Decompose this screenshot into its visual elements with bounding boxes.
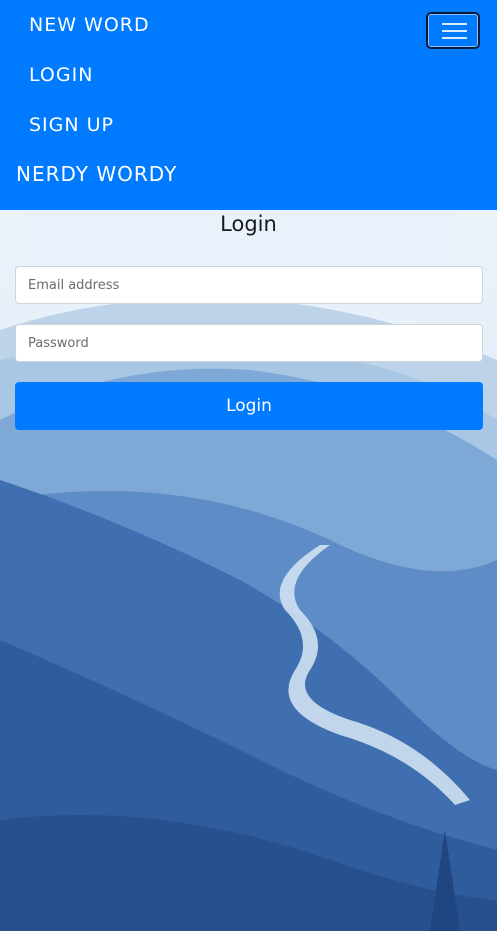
nav-link-login[interactable]: LOGIN	[29, 64, 93, 86]
email-field[interactable]	[15, 266, 483, 304]
nav-link-sign-up[interactable]: SIGN UP	[29, 114, 114, 136]
hamburger-icon-line	[442, 30, 467, 32]
page-title: Login	[220, 212, 277, 236]
password-field[interactable]	[15, 324, 483, 362]
navbar: NEW WORD LOGIN SIGN UP NERDY WORDY	[0, 0, 497, 210]
navbar-toggler-button[interactable]	[426, 12, 480, 49]
login-button[interactable]: Login	[15, 382, 483, 430]
nav-link-new-word[interactable]: NEW WORD	[29, 14, 150, 36]
hamburger-icon-line	[442, 37, 467, 39]
brand-logo[interactable]: NERDY WORDY	[16, 162, 177, 186]
hamburger-icon	[442, 23, 467, 25]
